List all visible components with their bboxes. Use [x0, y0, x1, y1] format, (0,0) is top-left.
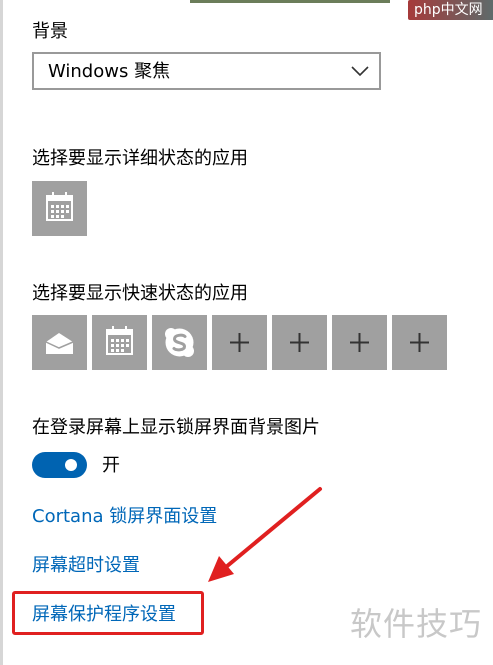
lock-screen-settings-page: php中文网 背景 Windows 聚焦 选择要显示详细状态的应用 选择要显示快… — [0, 0, 493, 665]
bottom-watermark: 软件技巧 — [350, 605, 483, 643]
annotation-arrow-icon — [208, 487, 322, 582]
